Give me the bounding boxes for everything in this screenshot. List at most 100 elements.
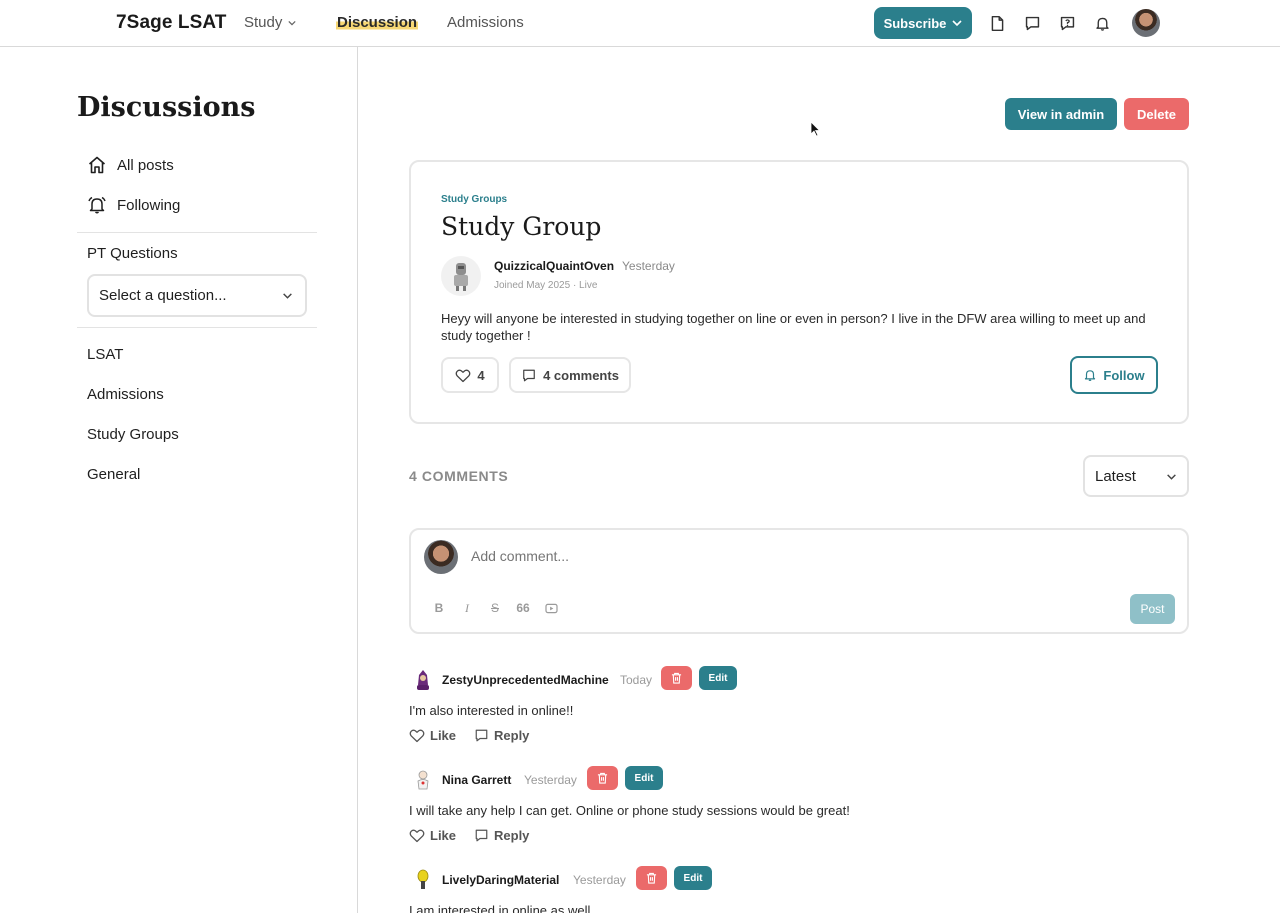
- commenter-name[interactable]: ZestyUnprecedentedMachine: [442, 673, 609, 687]
- edit-comment-button[interactable]: Edit: [699, 666, 737, 690]
- nav-discussion[interactable]: Discussion: [336, 14, 419, 31]
- nav-discussion-label: Discussion: [336, 14, 419, 31]
- follow-button[interactable]: Follow: [1070, 356, 1158, 394]
- sidebar-item-label: Study Groups: [87, 426, 179, 443]
- post-card: Study Groups Study Group QuizzicalQuaint…: [409, 160, 1189, 424]
- sidebar-item-following[interactable]: Following: [87, 195, 180, 215]
- nav-study[interactable]: Study: [244, 14, 296, 31]
- comment-body: I will take any help I can get. Online o…: [409, 803, 850, 818]
- pt-question-select[interactable]: Select a question...: [87, 274, 307, 317]
- bold-icon[interactable]: B: [431, 600, 447, 616]
- comment-icon: [475, 829, 488, 842]
- reply-label: Reply: [494, 728, 530, 743]
- delete-comment-button[interactable]: [661, 666, 692, 690]
- delete-comment-button[interactable]: [587, 766, 618, 790]
- bell-icon[interactable]: [1091, 12, 1113, 34]
- pt-questions-heading: PT Questions: [87, 245, 178, 262]
- comment-body: I'm also interested in online!!: [409, 703, 574, 718]
- comment-timestamp: Yesterday: [524, 773, 577, 787]
- mouse-cursor-icon: [810, 121, 821, 137]
- commenter-name[interactable]: Nina Garrett: [442, 773, 511, 787]
- editor-toolbar: B I S 66: [431, 600, 559, 616]
- comment-icon: [475, 729, 488, 742]
- bell-icon: [88, 196, 106, 214]
- comment-actions: Like Reply: [409, 828, 529, 843]
- edit-comment-button[interactable]: Edit: [674, 866, 712, 890]
- reply-label: Reply: [494, 828, 530, 843]
- post-author-name[interactable]: QuizzicalQuaintOven: [494, 259, 614, 273]
- chevron-down-icon: [952, 20, 962, 27]
- current-user-avatar: [424, 540, 458, 574]
- like-label: Like: [430, 728, 457, 743]
- commenter-name[interactable]: LivelyDaringMaterial: [442, 873, 559, 887]
- strike-glyph: S: [490, 601, 499, 615]
- italic-icon[interactable]: I: [459, 600, 475, 616]
- sidebar-item-study-groups[interactable]: Study Groups: [87, 426, 179, 443]
- video-icon[interactable]: [543, 600, 559, 616]
- heart-icon: [409, 829, 425, 843]
- heart-icon: [455, 369, 471, 382]
- top-nav: 7Sage LSAT Study Discussion Admissions S…: [0, 0, 1280, 47]
- commenter-avatar[interactable]: [411, 768, 435, 792]
- commenter-avatar[interactable]: [411, 868, 435, 892]
- sidebar-item-lsat[interactable]: LSAT: [87, 346, 123, 363]
- comment-like-button[interactable]: Like: [409, 828, 456, 843]
- nav-study-label: Study: [244, 14, 283, 31]
- follow-label: Follow: [1103, 367, 1145, 383]
- comment-input[interactable]: [471, 548, 1071, 564]
- sort-select[interactable]: Latest: [1083, 455, 1189, 497]
- subscribe-label: Subscribe: [883, 15, 947, 31]
- divider: [77, 232, 317, 233]
- quote-glyph: 66: [516, 601, 530, 615]
- comment-reply-button[interactable]: Reply: [474, 828, 529, 843]
- comment-actions: Like Reply: [409, 728, 529, 743]
- like-count: 4: [477, 367, 485, 383]
- sidebar-item-label: LSAT: [87, 346, 124, 363]
- document-icon[interactable]: [986, 12, 1008, 34]
- comment-like-button[interactable]: Like: [409, 728, 456, 743]
- chevron-down-icon: [1167, 473, 1176, 480]
- italic-glyph: I: [465, 600, 469, 615]
- strikethrough-icon[interactable]: S: [487, 600, 503, 616]
- trash-icon: [646, 872, 657, 884]
- bell-icon: [1085, 370, 1096, 382]
- post-category-link[interactable]: Study Groups: [441, 194, 507, 205]
- like-button[interactable]: 4: [441, 357, 499, 393]
- sidebar-item-general[interactable]: General: [87, 466, 140, 483]
- post-comment-button[interactable]: Post: [1130, 594, 1175, 624]
- chevron-down-icon: [283, 293, 292, 299]
- sidebar-item-label: General: [87, 466, 141, 483]
- comment-icon: [523, 369, 535, 381]
- sidebar-item-all-posts[interactable]: All posts: [87, 155, 174, 175]
- sidebar-item-admissions[interactable]: Admissions: [87, 386, 164, 403]
- trash-icon: [597, 772, 608, 784]
- subscribe-button[interactable]: Subscribe: [874, 7, 972, 39]
- comment-reply-button[interactable]: Reply: [474, 728, 529, 743]
- help-icon[interactable]: [1056, 12, 1078, 34]
- comments-button[interactable]: 4 comments: [509, 357, 631, 393]
- chevron-down-icon: [288, 20, 296, 25]
- sidebar-item-label: Following: [117, 196, 181, 214]
- comment-editor: B I S 66 Post: [409, 528, 1189, 634]
- commenter-avatar[interactable]: [411, 668, 435, 692]
- comment-timestamp: Yesterday: [573, 873, 626, 887]
- post-timestamp: Yesterday: [622, 259, 675, 273]
- nav-admissions[interactable]: Admissions: [447, 14, 524, 31]
- sidebar-title: Discussions: [77, 92, 256, 123]
- trash-icon: [671, 672, 682, 684]
- view-in-admin-button[interactable]: View in admin: [1005, 98, 1117, 130]
- nav-admissions-label: Admissions: [447, 14, 524, 31]
- comment-timestamp: Today: [620, 673, 653, 687]
- author-avatar[interactable]: [441, 256, 481, 296]
- edit-comment-button[interactable]: Edit: [625, 766, 663, 790]
- bold-glyph: B: [434, 601, 444, 615]
- delete-comment-button[interactable]: [636, 866, 667, 890]
- sidebar-item-label: Admissions: [87, 386, 164, 403]
- quote-icon[interactable]: 66: [515, 600, 531, 616]
- delete-post-button[interactable]: Delete: [1124, 98, 1189, 130]
- brand-logo[interactable]: 7Sage LSAT: [116, 12, 226, 34]
- comments-count-heading: 4 COMMENTS: [409, 468, 509, 484]
- user-avatar[interactable]: [1132, 9, 1160, 37]
- chat-icon[interactable]: [1021, 12, 1043, 34]
- post-body: Heyy will anyone be interested in studyi…: [441, 311, 1146, 343]
